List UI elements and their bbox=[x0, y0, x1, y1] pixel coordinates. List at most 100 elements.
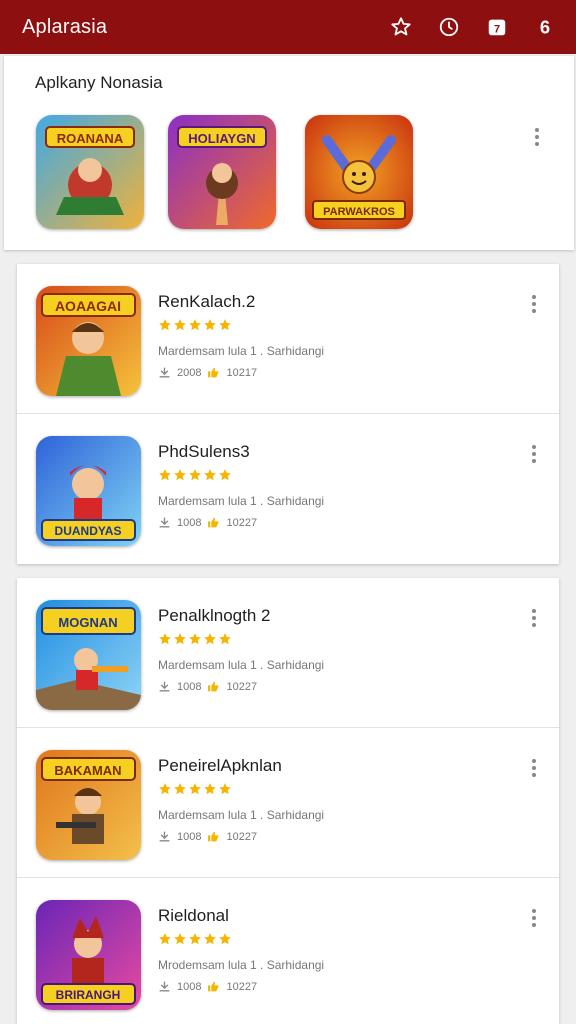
more-options-icon[interactable] bbox=[527, 758, 541, 778]
notification-badge-icon[interactable]: 6 bbox=[532, 14, 558, 40]
star-outline-icon[interactable] bbox=[388, 14, 414, 40]
star-icon bbox=[174, 783, 186, 795]
app-list-item[interactable]: BAKAMAN PeneirelApknlan Mardemsam lula 1… bbox=[17, 728, 559, 878]
more-options-icon[interactable] bbox=[527, 444, 541, 464]
star-icon bbox=[204, 783, 216, 795]
star-icon bbox=[174, 319, 186, 331]
like-count: 10227 bbox=[226, 830, 258, 843]
like-count: 10227 bbox=[226, 980, 258, 993]
featured-icon-label: PARWAKROS bbox=[323, 206, 395, 218]
star-icon bbox=[189, 633, 201, 645]
app-stats: 2008 10217 bbox=[158, 366, 257, 379]
app-title: Aplarasia bbox=[22, 15, 108, 38]
app-list-item[interactable]: BRIRANGH Rieldonal Mrodemsam lula 1 . Sa… bbox=[17, 878, 559, 1024]
rating-stars bbox=[158, 318, 232, 332]
app-icon-label: DUANDYAS bbox=[55, 524, 122, 538]
app-bar: Aplarasia 7 6 bbox=[0, 0, 576, 54]
like-count: 10217 bbox=[226, 366, 258, 379]
app-icon: MOGNAN bbox=[36, 600, 141, 710]
download-count: 1008 bbox=[177, 980, 202, 993]
app-icon-label: AOAAGAI bbox=[55, 298, 121, 314]
app-stats: 1008 10227 bbox=[158, 830, 257, 843]
thumbs-up-icon bbox=[208, 517, 219, 528]
thumbs-up-icon bbox=[208, 831, 219, 842]
star-icon bbox=[189, 469, 201, 481]
star-icon bbox=[189, 783, 201, 795]
more-options-icon[interactable] bbox=[527, 294, 541, 314]
star-icon bbox=[159, 319, 171, 331]
like-count: 10227 bbox=[226, 680, 258, 693]
app-name: Rieldonal bbox=[158, 906, 229, 925]
star-icon bbox=[204, 933, 216, 945]
app-name: PhdSulens3 bbox=[158, 442, 250, 461]
rating-stars bbox=[158, 782, 232, 796]
app-icon: AOAAGAI bbox=[36, 286, 141, 396]
download-count: 2008 bbox=[177, 366, 202, 379]
thumbs-up-icon bbox=[208, 367, 219, 378]
star-icon bbox=[204, 469, 216, 481]
featured-app-icon[interactable]: HOLIAYGN bbox=[168, 115, 276, 229]
star-icon bbox=[219, 319, 231, 331]
clock-icon[interactable] bbox=[436, 14, 462, 40]
download-count: 1008 bbox=[177, 680, 202, 693]
star-icon bbox=[204, 319, 216, 331]
app-description: Mardemsam lula 1 . Sarhidangi bbox=[158, 658, 325, 672]
download-count: 1008 bbox=[177, 830, 202, 843]
rating-stars bbox=[158, 468, 232, 482]
app-list-item[interactable]: MOGNAN Penalklnogth 2 Mardemsam lula 1 .… bbox=[17, 578, 559, 728]
calendar-label: 7 bbox=[494, 24, 500, 36]
star-icon bbox=[189, 319, 201, 331]
app-bar-actions: 7 6 bbox=[388, 14, 558, 40]
star-icon bbox=[159, 783, 171, 795]
more-options-icon[interactable] bbox=[527, 608, 541, 628]
notification-count: 6 bbox=[540, 16, 550, 37]
app-stats: 1008 10227 bbox=[158, 516, 257, 529]
featured-icon-label: ROANANA bbox=[57, 131, 124, 146]
app-list-card: MOGNAN Penalklnogth 2 Mardemsam lula 1 .… bbox=[17, 578, 559, 1024]
download-icon bbox=[159, 831, 170, 842]
rating-stars bbox=[158, 632, 232, 646]
app-stats: 1008 10227 bbox=[158, 680, 257, 693]
app-icon-label: MOGNAN bbox=[58, 615, 117, 630]
featured-title: Aplkany Nonasia bbox=[35, 73, 163, 92]
star-icon bbox=[174, 633, 186, 645]
featured-app-icon[interactable]: PARWAKROS bbox=[305, 115, 413, 229]
app-list-item[interactable]: DUANDYAS PhdSulens3 Mardemsam lula 1 . S… bbox=[17, 414, 559, 564]
star-icon bbox=[219, 633, 231, 645]
app-name: RenKalach.2 bbox=[158, 292, 256, 311]
app-list-card: AOAAGAI RenKalach.2 Mardemsam lula 1 . S… bbox=[17, 264, 559, 564]
star-icon bbox=[219, 933, 231, 945]
app-name: Penalklnogth 2 bbox=[158, 606, 271, 625]
featured-app-icon[interactable]: ROANANA bbox=[36, 115, 144, 229]
thumbs-up-icon bbox=[208, 681, 219, 692]
featured-icon-label: HOLIAYGN bbox=[188, 131, 255, 146]
app-description: Mrodemsam lula 1 . Sarhidangi bbox=[158, 958, 325, 972]
like-count: 10227 bbox=[226, 516, 258, 529]
download-icon bbox=[159, 517, 170, 528]
calendar-icon[interactable]: 7 bbox=[484, 14, 510, 40]
app-list-item[interactable]: AOAAGAI RenKalach.2 Mardemsam lula 1 . S… bbox=[17, 264, 559, 414]
thumbs-up-icon bbox=[208, 981, 219, 992]
app-icon-label: BAKAMAN bbox=[54, 763, 121, 778]
app-description: Mardemsam lula 1 . Sarhidangi bbox=[158, 808, 325, 822]
more-options-icon[interactable] bbox=[530, 126, 544, 148]
more-options-icon[interactable] bbox=[527, 908, 541, 928]
star-icon bbox=[159, 469, 171, 481]
app-icon-label: BRIRANGH bbox=[56, 988, 121, 1002]
app-icon: BRIRANGH bbox=[36, 900, 141, 1010]
app-stats: 1008 10227 bbox=[158, 980, 257, 993]
star-icon bbox=[219, 783, 231, 795]
star-icon bbox=[204, 633, 216, 645]
rating-stars bbox=[158, 932, 232, 946]
star-icon bbox=[159, 633, 171, 645]
download-icon bbox=[159, 981, 170, 992]
star-icon bbox=[189, 933, 201, 945]
star-icon bbox=[174, 469, 186, 481]
star-icon bbox=[174, 933, 186, 945]
download-icon bbox=[159, 681, 170, 692]
app-icon: DUANDYAS bbox=[36, 436, 141, 546]
app-icon: BAKAMAN bbox=[36, 750, 141, 860]
download-count: 1008 bbox=[177, 516, 202, 529]
app-name: PeneirelApknlan bbox=[158, 756, 282, 775]
star-icon bbox=[159, 933, 171, 945]
